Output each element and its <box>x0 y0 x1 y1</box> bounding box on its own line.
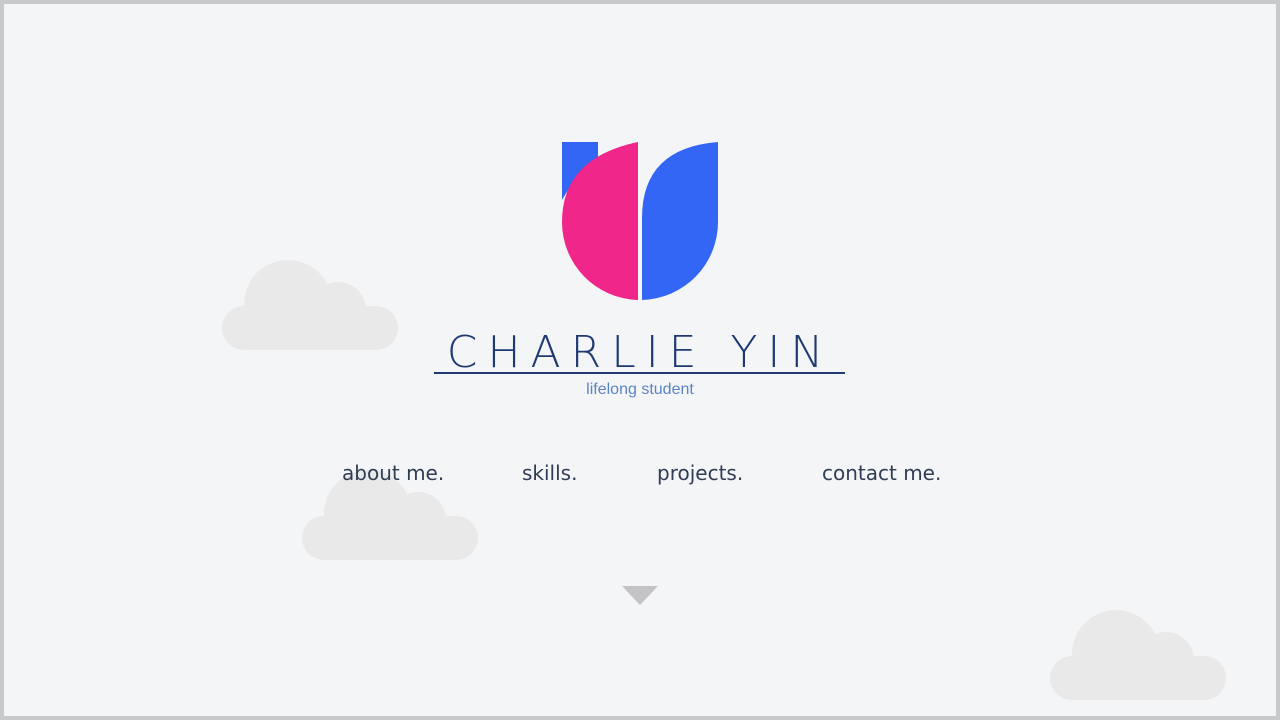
nav-link-about-me[interactable]: about me. <box>342 458 444 488</box>
title-underline <box>434 372 845 374</box>
chevron-down-icon <box>622 586 658 605</box>
nav-link-contact-me[interactable]: contact me. <box>822 458 941 488</box>
cloud-icon <box>1050 606 1226 702</box>
page-frame: CHARLIE YIN lifelong student about me. s… <box>4 4 1276 716</box>
main-nav: about me. skills. projects. contact me. <box>4 458 1276 492</box>
nav-link-projects[interactable]: projects. <box>657 458 743 488</box>
tulip-logo-icon[interactable] <box>560 142 724 306</box>
cloud-icon <box>222 258 398 354</box>
nav-link-skills[interactable]: skills. <box>522 458 577 488</box>
tagline: lifelong student <box>586 381 694 398</box>
scroll-down-button[interactable] <box>622 586 658 606</box>
